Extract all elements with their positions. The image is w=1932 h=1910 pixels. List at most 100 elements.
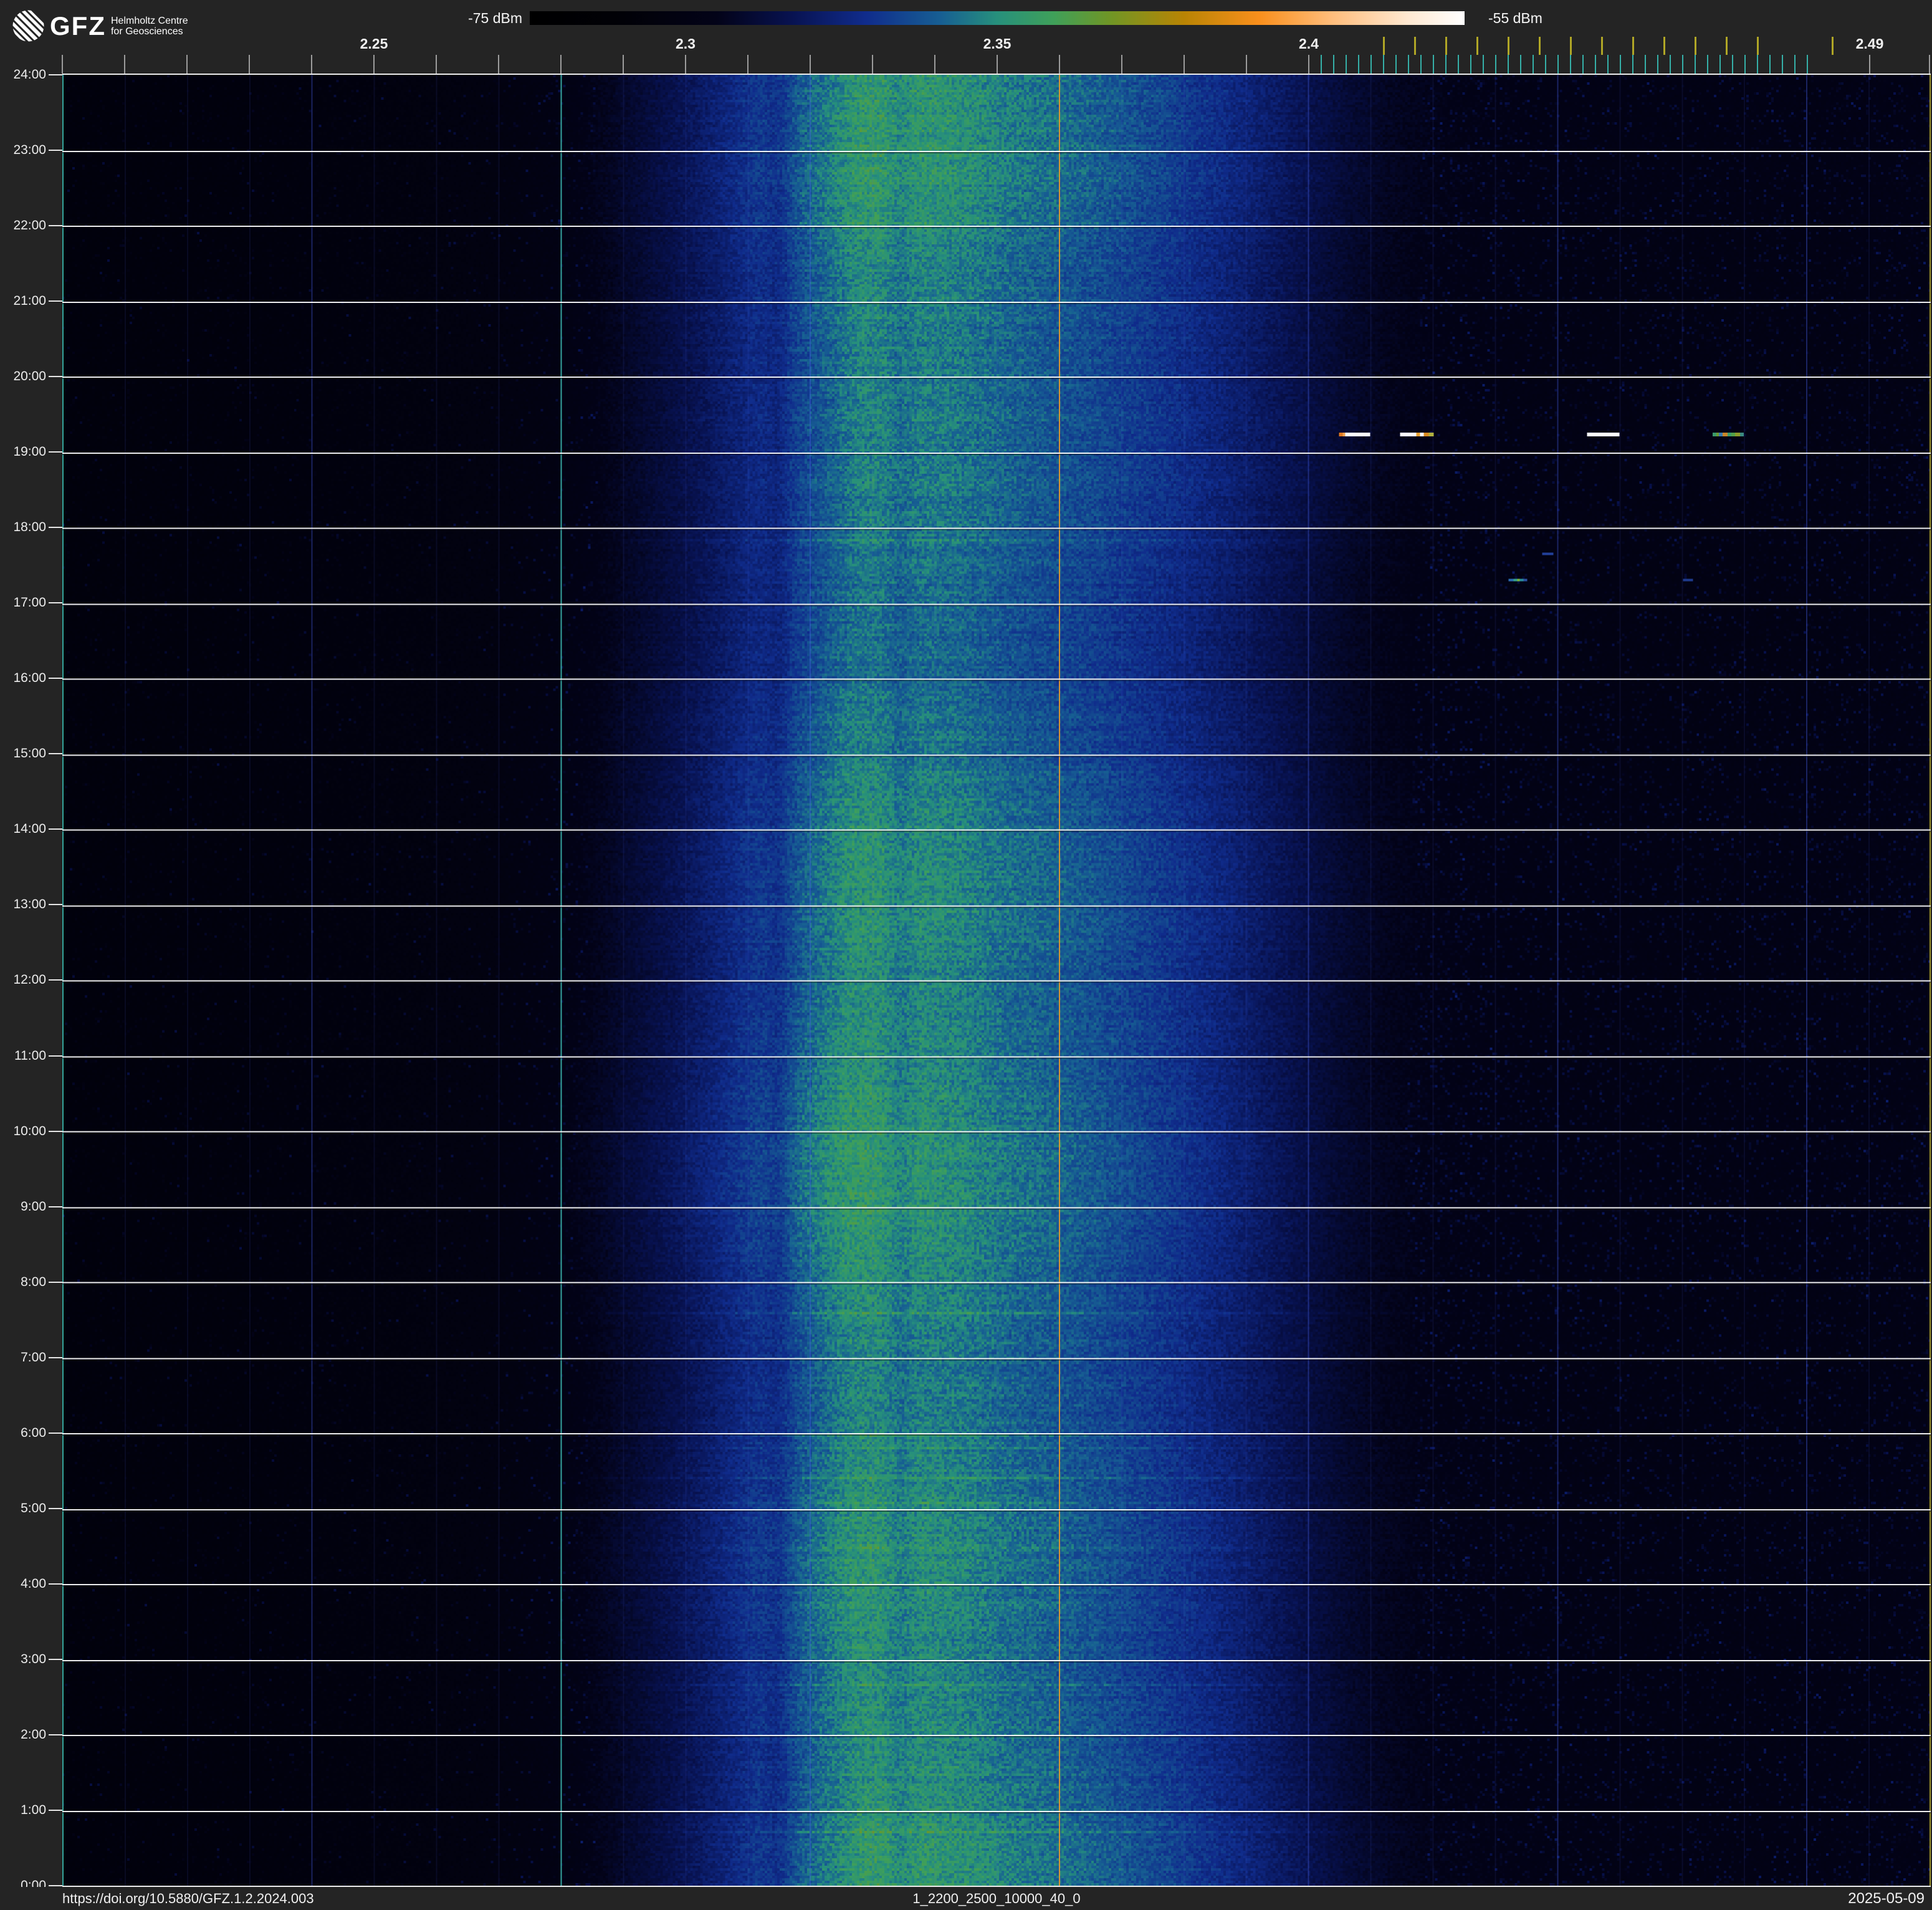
ble-channel-tick bbox=[1520, 55, 1521, 74]
time-axis: 24:00 23:00 22:00 21:00 20:00 19:00 18:00 17:00… bbox=[0, 0, 62, 1910]
ble-channel-tick bbox=[1582, 55, 1584, 74]
wifi-channel-tick bbox=[1476, 37, 1478, 55]
hour-label: 4:00 bbox=[21, 1576, 46, 1591]
wifi-channel-tick bbox=[1414, 37, 1416, 55]
hour-label: 7:00 bbox=[21, 1350, 46, 1365]
ble-channel-tick bbox=[1807, 55, 1808, 74]
ble-channel-tick bbox=[1620, 55, 1621, 74]
freq-tick bbox=[498, 55, 499, 74]
hour-tick bbox=[49, 1583, 62, 1585]
ble-channel-tick bbox=[1670, 55, 1671, 74]
ble-channel-tick bbox=[1794, 55, 1796, 74]
hour-label: 1:00 bbox=[21, 1803, 46, 1817]
hour-tick bbox=[49, 1206, 62, 1207]
ble-channel-tick bbox=[1545, 55, 1546, 74]
ble-channel-tick bbox=[1321, 55, 1322, 74]
ble-channel-tick bbox=[1433, 55, 1434, 74]
wifi-channel-tick bbox=[1663, 37, 1665, 55]
freq-tick bbox=[747, 55, 748, 74]
hour-label: 17:00 bbox=[13, 595, 46, 610]
hour-label: 6:00 bbox=[21, 1426, 46, 1440]
ble-channel-tick bbox=[1570, 55, 1571, 74]
hour-tick bbox=[49, 1659, 62, 1660]
freq-tick bbox=[560, 55, 562, 74]
hour-tick bbox=[49, 904, 62, 905]
freq-tick bbox=[997, 55, 998, 74]
hour-tick bbox=[49, 150, 62, 151]
hour-tick bbox=[49, 828, 62, 830]
ble-channel-tick bbox=[1607, 55, 1609, 74]
hour-tick bbox=[49, 74, 62, 75]
freq-tick bbox=[311, 55, 312, 74]
date-text: 2025-05-09 bbox=[1848, 1890, 1925, 1907]
hour-tick bbox=[49, 753, 62, 754]
hour-label: 9:00 bbox=[21, 1199, 46, 1214]
hour-label: 3:00 bbox=[21, 1652, 46, 1666]
hour-tick bbox=[49, 1131, 62, 1132]
wifi-channel-tick bbox=[1445, 37, 1447, 55]
freq-tick bbox=[1184, 55, 1185, 74]
ble-channel-tick bbox=[1420, 55, 1422, 74]
ble-channel-tick bbox=[1495, 55, 1496, 74]
hour-label: 15:00 bbox=[13, 746, 46, 761]
hour-tick bbox=[49, 678, 62, 679]
ble-channel-tick bbox=[1445, 55, 1447, 74]
ble-channel-tick bbox=[1695, 55, 1696, 74]
hour-tick bbox=[49, 1432, 62, 1434]
ble-channel-tick bbox=[1346, 55, 1347, 74]
ble-channel-tick bbox=[1470, 55, 1471, 74]
hour-tick bbox=[49, 451, 62, 453]
hour-tick bbox=[49, 225, 62, 226]
wifi-channel-tick bbox=[1601, 37, 1603, 55]
ble-channel-tick bbox=[1632, 55, 1633, 74]
dataset-id-text: 1_2200_2500_10000_40_0 bbox=[912, 1891, 1081, 1906]
hour-label: 16:00 bbox=[13, 671, 46, 685]
freq-tick-right-edge bbox=[1929, 55, 1930, 74]
freq-tick bbox=[1869, 55, 1870, 74]
freq-tick bbox=[1059, 55, 1060, 74]
ble-channel-tick bbox=[1508, 55, 1509, 74]
frequency-axis-label: 2.35 bbox=[983, 36, 1011, 52]
wifi-channel-tick bbox=[1726, 37, 1728, 55]
freq-tick bbox=[934, 55, 935, 74]
ble-channel-tick bbox=[1682, 55, 1683, 74]
ble-channel-tick bbox=[1757, 55, 1758, 74]
hour-label: 5:00 bbox=[21, 1501, 46, 1515]
ble-channel-tick bbox=[1383, 55, 1384, 74]
hour-label: 14:00 bbox=[13, 822, 46, 836]
hour-tick bbox=[49, 1508, 62, 1509]
ble-channel-tick bbox=[1458, 55, 1459, 74]
freq-tick bbox=[249, 55, 250, 74]
freq-tick bbox=[685, 55, 686, 74]
freq-tick bbox=[436, 55, 437, 74]
hour-tick bbox=[49, 1357, 62, 1358]
wifi-channel-tick bbox=[1383, 37, 1385, 55]
hour-label: 8:00 bbox=[21, 1275, 46, 1289]
freq-tick bbox=[1246, 55, 1247, 74]
ble-channel-tick bbox=[1557, 55, 1559, 74]
hour-tick bbox=[49, 1734, 62, 1735]
hour-label: 22:00 bbox=[13, 218, 46, 233]
ble-channel-tick bbox=[1483, 55, 1484, 74]
frequency-axis-label: 2.4 bbox=[1299, 36, 1319, 52]
ble-channel-tick bbox=[1645, 55, 1646, 74]
hour-tick bbox=[49, 1810, 62, 1811]
hour-tick bbox=[49, 527, 62, 528]
hour-label: 12:00 bbox=[13, 972, 46, 987]
ble-channel-tick bbox=[1408, 55, 1409, 74]
wifi-channel-tick bbox=[1632, 37, 1634, 55]
ble-channel-tick bbox=[1719, 55, 1721, 74]
frequency-axis-label: 2.25 bbox=[360, 36, 388, 52]
hour-tick bbox=[49, 300, 62, 302]
freq-tick bbox=[1308, 55, 1309, 74]
hour-label: 23:00 bbox=[13, 143, 46, 157]
freq-tick bbox=[810, 55, 811, 74]
wifi-channel-tick bbox=[1695, 37, 1696, 55]
freq-tick bbox=[872, 55, 873, 74]
wifi-channel-tick bbox=[1570, 37, 1572, 55]
hour-tick bbox=[49, 979, 62, 981]
hour-label: 13:00 bbox=[13, 897, 46, 911]
spectrogram-canvas bbox=[62, 75, 1931, 1886]
spectrogram-page: GFZ Helmholtz Centre for Geosciences -75… bbox=[0, 0, 1932, 1910]
freq-tick bbox=[623, 55, 624, 74]
